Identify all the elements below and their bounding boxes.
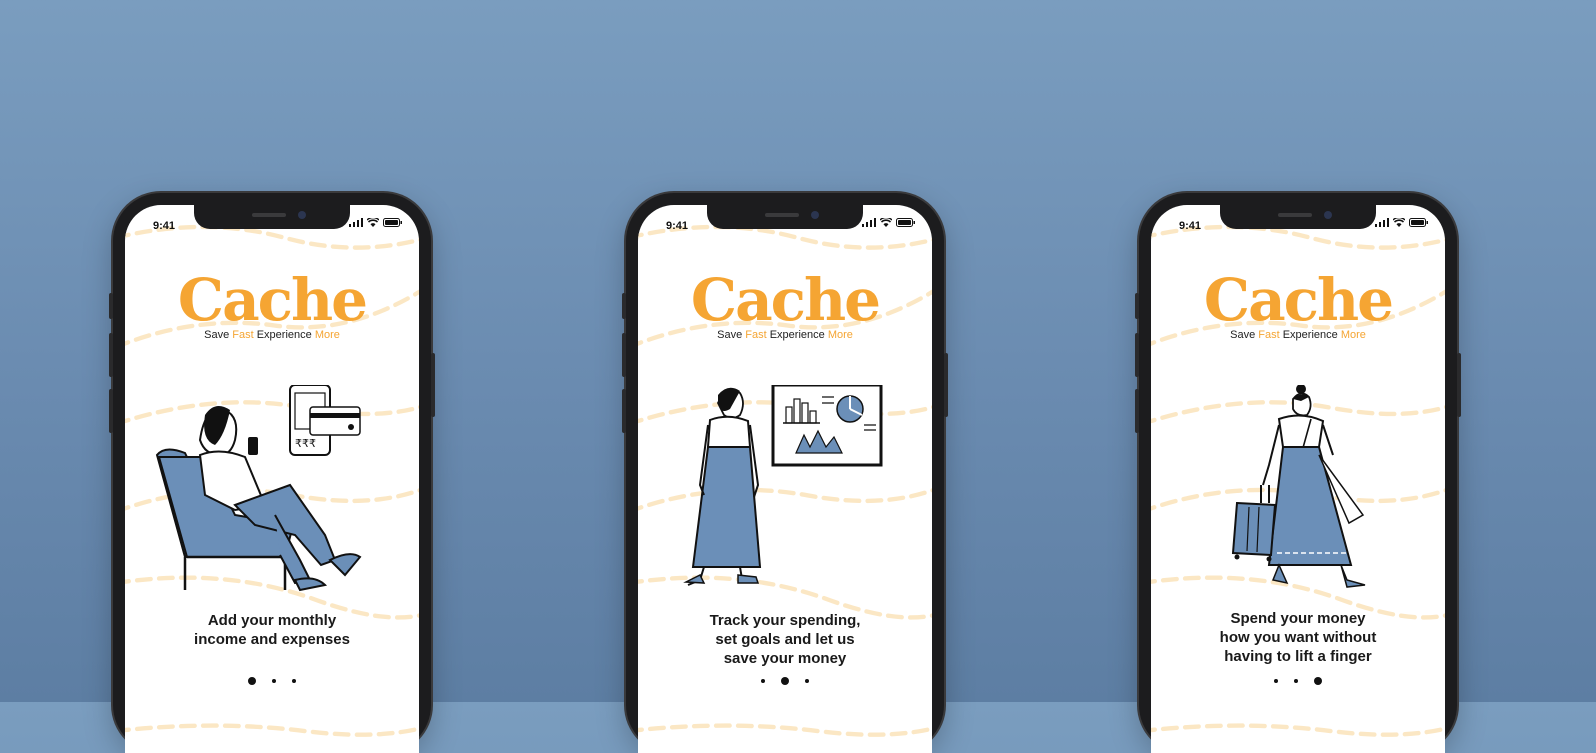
illustration-woman-armchair: ₹₹₹ [155,385,362,592]
page-dot-2[interactable] [272,679,276,683]
page-dot-3[interactable] [805,679,809,683]
page-dot-1[interactable] [248,677,256,685]
wifi-icon [1393,218,1405,227]
brand-name: Cache [690,266,881,334]
wifi-icon [880,218,892,227]
page-dot-3[interactable] [1314,677,1322,685]
phone-mockup-3: 9:41 Cache Save Fast Experience More Spe… [1135,193,1461,753]
onboarding-screen-3: 9:41 Cache Save Fast Experience More Spe… [1151,205,1445,753]
battery-icon [896,218,915,227]
page-indicator[interactable] [1151,677,1445,685]
illustration-woman-chart-board [683,385,883,586]
status-bar-icons [1375,218,1429,227]
onboarding-screen-2: 9:41 Cache Save Fast Experience More Tra… [638,205,932,753]
brand-tagline: Save Fast Experience More [1230,329,1366,341]
page-dot-1[interactable] [1274,679,1278,683]
status-time: 9:41 [666,220,689,232]
brand-logo: Cache Save Fast Experience More [1151,271,1445,341]
status-time: 9:41 [1179,220,1202,232]
wifi-icon [367,218,379,227]
onboarding-screen-1: 9:41 Cache Save Fast Experience More ₹₹₹ [125,205,419,753]
brand-name: Cache [1203,266,1394,334]
onboarding-caption: Add your monthly income and expenses [194,612,350,648]
page-indicator[interactable] [638,677,932,685]
battery-icon [1409,218,1428,227]
status-bar-icons [349,218,403,227]
illustration-woman-suitcase [1231,385,1366,588]
page-indicator[interactable] [125,677,419,685]
signal-icon [862,218,876,227]
phone-mockup-1: 9:41 Cache Save Fast Experience More ₹₹₹ [109,193,435,753]
phone-mockup-2: 9:41 Cache Save Fast Experience More Tra… [622,193,948,753]
page-dot-1[interactable] [761,679,765,683]
page-dot-2[interactable] [1294,679,1298,683]
page-dot-3[interactable] [292,679,296,683]
onboarding-caption: Track your spending, set goals and let u… [709,612,861,667]
svg-text:₹₹₹: ₹₹₹ [295,437,316,450]
signal-icon [349,218,363,227]
signal-icon [1375,218,1389,227]
brand-logo: Cache Save Fast Experience More [125,271,419,341]
notch [1220,205,1376,229]
brand-tagline: Save Fast Experience More [717,329,853,341]
page-dot-2[interactable] [781,677,789,685]
onboarding-caption: Spend your money how you want without ha… [1219,610,1377,665]
battery-icon [383,218,402,227]
brand-logo: Cache Save Fast Experience More [638,271,932,341]
notch [194,205,350,229]
notch [707,205,863,229]
status-time: 9:41 [153,220,176,232]
brand-tagline: Save Fast Experience More [204,329,340,341]
brand-name: Cache [177,266,368,334]
status-bar-icons [862,218,916,227]
